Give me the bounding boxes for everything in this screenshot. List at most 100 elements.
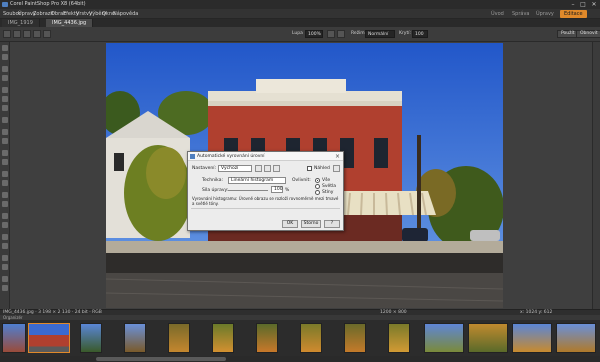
filmstrip xyxy=(0,320,600,356)
thumbnail[interactable] xyxy=(468,323,508,353)
opacity-field[interactable]: 100 xyxy=(412,30,428,38)
method-description: Vyrovnání histogramu: Úrovně obrazu se r… xyxy=(192,196,339,206)
thumbnail[interactable] xyxy=(424,323,464,353)
mode-uvod[interactable]: Úvod xyxy=(487,10,508,18)
compare-icon[interactable] xyxy=(333,165,340,172)
dialog-close-icon[interactable]: × xyxy=(335,153,340,160)
option-shadows-radio[interactable] xyxy=(315,190,320,195)
mode-upravy[interactable]: Úpravy xyxy=(532,10,558,18)
tool-preset-icon[interactable] xyxy=(3,30,11,38)
opacity-label: Krytí: xyxy=(399,31,411,36)
mesh-warp-icon[interactable] xyxy=(2,285,8,291)
filmstrip-scrollbar[interactable] xyxy=(0,356,600,362)
preset-label: Nastavení: xyxy=(192,166,217,171)
save-preset-icon[interactable] xyxy=(255,165,262,172)
fit-window-icon[interactable] xyxy=(327,30,335,38)
thumbnail[interactable] xyxy=(212,323,234,353)
strength-slider[interactable] xyxy=(228,190,268,191)
thumbnail-selected[interactable] xyxy=(28,323,70,353)
method-select[interactable]: Lineární histogram xyxy=(228,177,286,184)
thumbnail[interactable] xyxy=(344,323,366,353)
preset-select[interactable]: Výchozí xyxy=(218,165,252,172)
airbrush-icon[interactable] xyxy=(2,201,8,207)
magic-wand-icon[interactable] xyxy=(2,105,8,111)
straighten-tool-icon[interactable] xyxy=(2,138,8,144)
thumbnail[interactable] xyxy=(388,323,410,353)
document-tabs: IMG_1919 IMG_4436.jpg xyxy=(0,19,600,27)
thumbnail[interactable] xyxy=(512,323,552,353)
scratch-remover-icon[interactable] xyxy=(2,180,8,186)
zoom-field[interactable]: 100% xyxy=(305,30,323,38)
pen-tool-icon[interactable] xyxy=(2,264,8,270)
preview-checkbox[interactable] xyxy=(307,166,312,171)
open-file-icon[interactable] xyxy=(23,30,31,38)
thumbnail[interactable] xyxy=(556,323,596,353)
dropper-tool-icon[interactable] xyxy=(2,117,8,123)
menu-bar: Soubor Úpravy Zobrazit Obraz Efekty Vrst… xyxy=(0,9,600,19)
ok-button[interactable]: OK xyxy=(282,220,298,228)
option-highlights-radio[interactable] xyxy=(315,184,320,189)
pick-tool-icon[interactable] xyxy=(2,66,8,72)
cancel-button[interactable]: Storno xyxy=(301,220,321,228)
thumbnail[interactable] xyxy=(124,323,146,353)
filmstrip-scroll-thumb[interactable] xyxy=(96,357,226,361)
reset-button[interactable]: Obnovit xyxy=(576,30,600,38)
app-window: Corel PaintShop Pro X8 (64bit) – □ ✕ Sou… xyxy=(0,0,600,362)
mode-label: Režim: xyxy=(351,31,367,36)
percent-label: % xyxy=(285,188,290,193)
title-bar: Corel PaintShop Pro X8 (64bit) – □ ✕ xyxy=(0,0,600,9)
minimize-button[interactable]: – xyxy=(568,1,578,8)
red-eye-tool-icon[interactable] xyxy=(2,150,8,156)
save-file-icon[interactable] xyxy=(33,30,41,38)
text-tool-icon[interactable] xyxy=(2,243,8,249)
dialog-title-bar: Automatické vyrovnání úrovní × xyxy=(188,152,343,161)
reset-preset-icon[interactable] xyxy=(264,165,271,172)
maximize-button[interactable]: □ xyxy=(578,1,588,8)
option-all-radio[interactable] xyxy=(315,178,320,183)
blend-mode-select[interactable]: Normální xyxy=(365,30,395,38)
adjust-label: Ovlivnit: xyxy=(292,178,311,183)
method-label: Technika: xyxy=(202,178,223,183)
clone-brush-icon[interactable] xyxy=(2,171,8,177)
crop-tool-icon[interactable] xyxy=(2,129,8,135)
fill-tool-icon[interactable] xyxy=(2,234,8,240)
menu-napoveda[interactable]: Nápověda xyxy=(113,11,138,17)
mode-sprava[interactable]: Správa xyxy=(508,10,534,18)
dialog-divider xyxy=(191,208,340,209)
thumbnail[interactable] xyxy=(300,323,322,353)
app-logo-icon xyxy=(2,2,8,7)
tools-toolbar xyxy=(0,42,10,320)
pan-tool-icon[interactable] xyxy=(2,45,8,51)
makeover-tool-icon[interactable] xyxy=(2,159,8,165)
undo-icon[interactable] xyxy=(43,30,51,38)
right-panel-strip xyxy=(592,42,600,320)
selection-tool-icon[interactable] xyxy=(2,87,8,93)
zoom-tool-icon[interactable] xyxy=(2,54,8,60)
warp-brush-icon[interactable] xyxy=(2,276,8,282)
freehand-selection-icon[interactable] xyxy=(2,96,8,102)
zoom-label: Lupa xyxy=(292,31,303,36)
tab-img-4436[interactable]: IMG_4436.jpg xyxy=(46,19,94,27)
thumbnail[interactable] xyxy=(256,323,278,353)
help-button[interactable]: ? xyxy=(324,220,340,228)
tool-options-bar: Lupa 100% Režim: Normální Krytí: 100 Pou… xyxy=(0,27,600,42)
dialog-app-icon xyxy=(190,154,195,159)
thumbnail[interactable] xyxy=(2,323,26,353)
eraser-tool-icon[interactable] xyxy=(2,213,8,219)
tab-img-1919[interactable]: IMG_1919 xyxy=(2,19,40,27)
close-window-button[interactable]: ✕ xyxy=(589,1,599,8)
actual-size-icon[interactable] xyxy=(337,30,345,38)
new-file-icon[interactable] xyxy=(13,30,21,38)
move-tool-icon[interactable] xyxy=(2,75,8,81)
thumbnail[interactable] xyxy=(168,323,190,353)
shape-tool-icon[interactable] xyxy=(2,255,8,261)
mode-editace[interactable]: Editace xyxy=(560,10,587,18)
strength-field[interactable]: 100 xyxy=(271,186,283,193)
option-shadows-label: Stíny xyxy=(322,190,334,195)
paint-brush-icon[interactable] xyxy=(2,192,8,198)
auto-levels-dialog: Automatické vyrovnání úrovní × Nastavení… xyxy=(187,151,344,231)
thumbnail[interactable] xyxy=(80,323,102,353)
lighten-darken-icon[interactable] xyxy=(2,222,8,228)
preview-label: Náhled xyxy=(314,166,330,171)
randomize-icon[interactable] xyxy=(273,165,280,172)
